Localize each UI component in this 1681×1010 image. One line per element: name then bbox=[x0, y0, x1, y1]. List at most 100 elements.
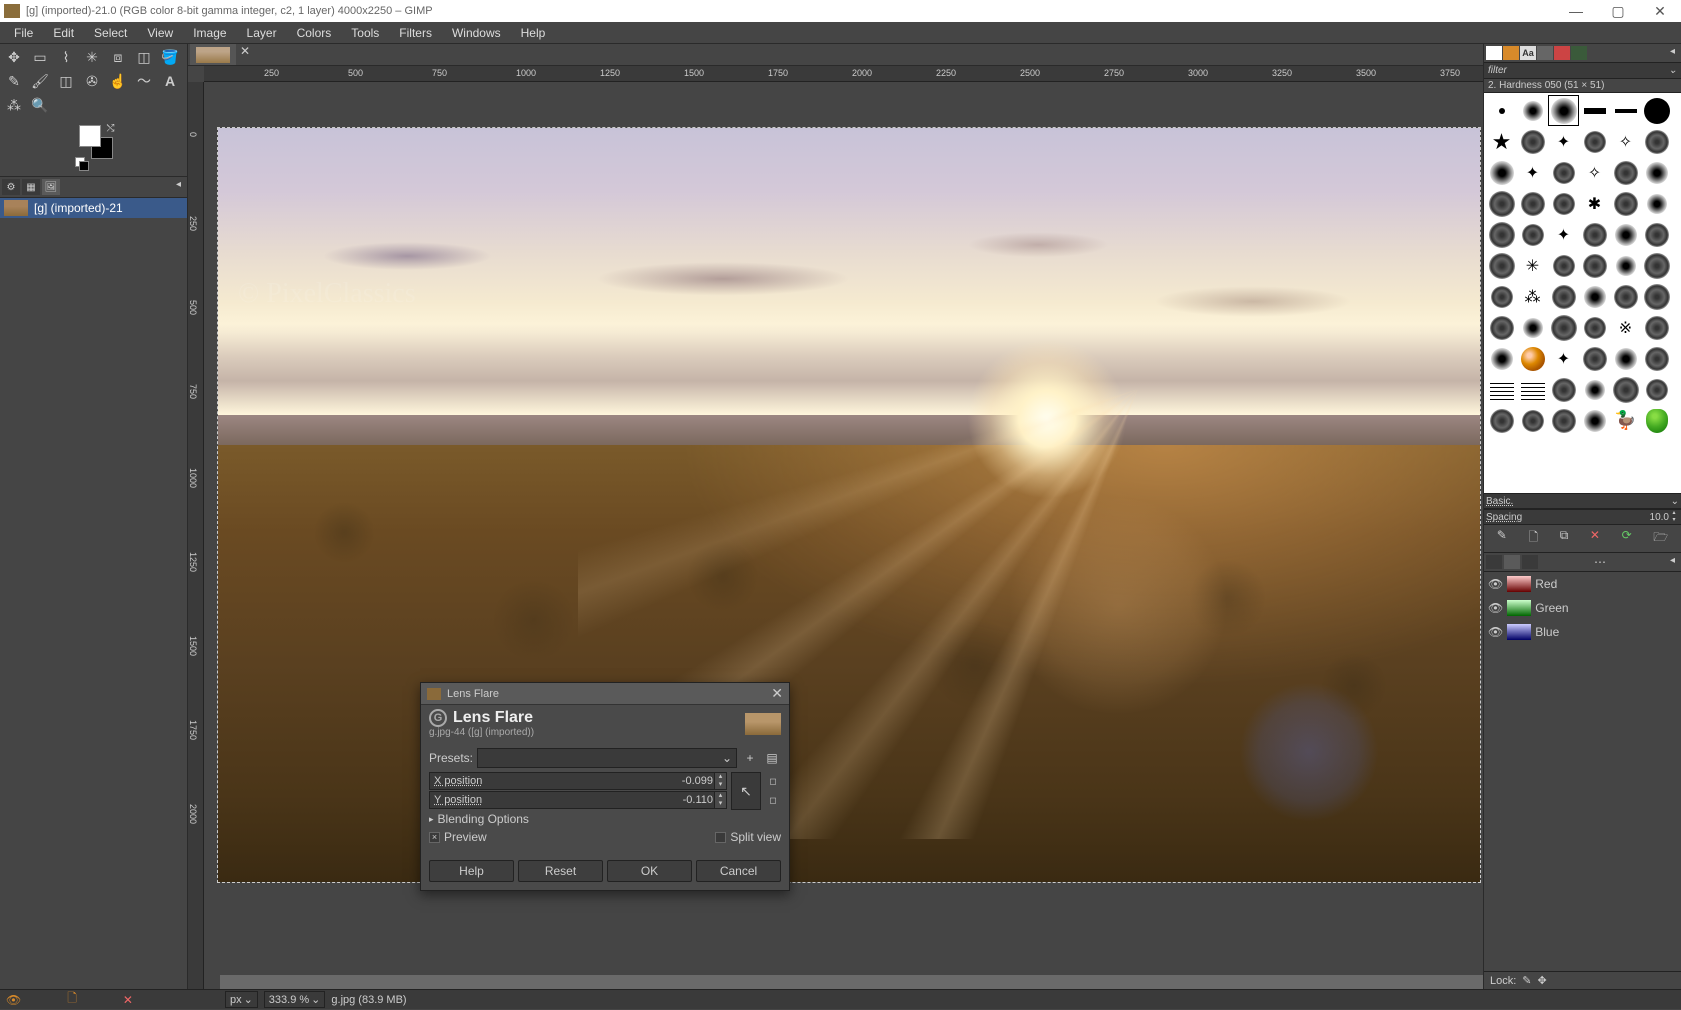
menu-view[interactable]: View bbox=[137, 24, 183, 42]
brush-item[interactable] bbox=[1579, 95, 1610, 126]
lock-pixels-icon[interactable]: ✎ bbox=[1522, 974, 1531, 987]
brush-item[interactable] bbox=[1486, 188, 1517, 219]
brush-item[interactable] bbox=[1641, 343, 1672, 374]
tool-path[interactable]: 〜 bbox=[131, 69, 157, 93]
color-swatches[interactable]: ⤭ bbox=[49, 123, 139, 171]
brush-item[interactable] bbox=[1641, 405, 1672, 436]
scrollbar-horizontal[interactable] bbox=[220, 975, 1483, 989]
brush-item[interactable] bbox=[1517, 95, 1548, 126]
open-brush-button[interactable]: 🗁 bbox=[1653, 528, 1668, 549]
brush-item[interactable] bbox=[1641, 250, 1672, 281]
tool-rect-select[interactable]: ▭ bbox=[27, 45, 53, 69]
tool-wand[interactable]: ✳ bbox=[79, 45, 105, 69]
help-button[interactable]: Help bbox=[429, 860, 514, 882]
status-file-icon[interactable]: 🗋 bbox=[67, 989, 77, 1010]
basic-dropdown[interactable]: Basic. ⌄ bbox=[1484, 493, 1681, 509]
brush-item[interactable] bbox=[1486, 250, 1517, 281]
dialog-close-icon[interactable]: ✕ bbox=[771, 685, 783, 702]
brush-item[interactable]: ✦ bbox=[1548, 343, 1579, 374]
tab-history[interactable] bbox=[1537, 46, 1553, 60]
tool-eraser[interactable]: ◫ bbox=[53, 69, 79, 93]
brush-item[interactable] bbox=[1486, 219, 1517, 250]
visibility-icon[interactable]: 👁 bbox=[1488, 577, 1503, 591]
brush-item[interactable] bbox=[1641, 188, 1672, 219]
brush-item[interactable] bbox=[1641, 281, 1672, 312]
tab-paths[interactable] bbox=[1522, 555, 1538, 569]
brush-item[interactable] bbox=[1548, 374, 1579, 405]
brush-item[interactable] bbox=[1548, 312, 1579, 343]
brush-item[interactable] bbox=[1517, 126, 1548, 157]
x-position-input[interactable]: X position -0.099 ▴▾ bbox=[429, 772, 727, 790]
menu-tools[interactable]: Tools bbox=[341, 24, 389, 42]
image-list-item[interactable]: [g] (imported)-21 bbox=[0, 198, 187, 218]
brush-item[interactable] bbox=[1579, 312, 1610, 343]
tab-fonts[interactable]: Aa bbox=[1520, 46, 1536, 60]
reset-button[interactable]: Reset bbox=[518, 860, 603, 882]
preview-checkbox[interactable]: × Preview bbox=[429, 828, 487, 846]
brush-item[interactable]: ✧ bbox=[1579, 157, 1610, 188]
brush-item[interactable]: ★ bbox=[1486, 126, 1517, 157]
presets-dropdown[interactable]: ⌄ bbox=[477, 748, 737, 768]
brush-item[interactable] bbox=[1579, 250, 1610, 281]
brush-item[interactable] bbox=[1486, 281, 1517, 312]
menu-filters[interactable]: Filters bbox=[389, 24, 442, 42]
brush-item[interactable]: ✳ bbox=[1517, 250, 1548, 281]
brush-item[interactable]: ※ bbox=[1610, 312, 1641, 343]
cancel-button[interactable]: Cancel bbox=[696, 860, 781, 882]
brush-item[interactable] bbox=[1641, 312, 1672, 343]
tab-layers[interactable] bbox=[1486, 555, 1502, 569]
brush-item[interactable] bbox=[1641, 374, 1672, 405]
dialog-titlebar[interactable]: Lens Flare ✕ bbox=[421, 683, 789, 705]
edit-brush-button[interactable]: ✎ bbox=[1497, 528, 1507, 549]
maximize-button[interactable]: ▢ bbox=[1609, 2, 1627, 20]
spin-down-icon[interactable]: ▾ bbox=[714, 781, 726, 789]
spin-up-icon[interactable]: ▴ bbox=[714, 773, 726, 781]
tab-tool-options[interactable]: ⚙ bbox=[2, 179, 20, 195]
brush-item[interactable]: 🦆 bbox=[1610, 405, 1641, 436]
tool-text[interactable]: A bbox=[157, 69, 183, 93]
brush-item[interactable] bbox=[1486, 95, 1517, 126]
menu-colors[interactable]: Colors bbox=[287, 24, 342, 42]
brush-item[interactable]: ✦ bbox=[1548, 126, 1579, 157]
presets-add-button[interactable]: + bbox=[741, 749, 759, 767]
spin-down-icon[interactable]: ▾ bbox=[714, 800, 726, 808]
presets-menu-button[interactable]: ▤ bbox=[763, 749, 781, 767]
xy-link-icons[interactable]: ◻◻ bbox=[765, 772, 781, 810]
brush-filter-input[interactable]: filter ⌄ bbox=[1484, 63, 1681, 79]
foreground-color[interactable] bbox=[79, 125, 101, 147]
brush-item[interactable] bbox=[1641, 95, 1672, 126]
tool-smudge[interactable]: ☝ bbox=[105, 69, 131, 93]
minimize-button[interactable]: — bbox=[1567, 2, 1585, 20]
document-tab-close[interactable]: ✕ bbox=[236, 44, 254, 65]
tool-bucket[interactable]: 🪣 bbox=[157, 45, 183, 69]
brush-item[interactable] bbox=[1548, 95, 1579, 126]
brush-item[interactable] bbox=[1486, 157, 1517, 188]
channel-green[interactable]: 👁 Green bbox=[1484, 596, 1681, 620]
configure-tab-icon[interactable]: ◂ bbox=[1666, 555, 1679, 569]
brush-item[interactable] bbox=[1610, 281, 1641, 312]
brush-item[interactable] bbox=[1486, 343, 1517, 374]
brush-item[interactable] bbox=[1517, 405, 1548, 436]
brush-item[interactable] bbox=[1486, 405, 1517, 436]
ok-button[interactable]: OK bbox=[607, 860, 692, 882]
brush-item[interactable] bbox=[1579, 219, 1610, 250]
tool-brush[interactable]: 🖌 bbox=[27, 69, 53, 93]
ruler-horizontal[interactable]: 250 500 750 1000 1250 1500 1750 2000 225… bbox=[204, 66, 1483, 82]
brush-item[interactable] bbox=[1579, 374, 1610, 405]
brush-item[interactable] bbox=[1517, 374, 1548, 405]
brush-item[interactable] bbox=[1641, 126, 1672, 157]
brush-item[interactable] bbox=[1517, 188, 1548, 219]
channel-red[interactable]: 👁 Red bbox=[1484, 572, 1681, 596]
menu-layer[interactable]: Layer bbox=[237, 24, 287, 42]
tool-zoom[interactable]: 🔍 bbox=[27, 93, 53, 117]
channel-blue[interactable]: 👁 Blue bbox=[1484, 620, 1681, 644]
brush-item[interactable] bbox=[1548, 281, 1579, 312]
tab-channels[interactable] bbox=[1504, 555, 1520, 569]
configure-tab-icon[interactable]: ◂ bbox=[1666, 46, 1679, 60]
close-button[interactable]: ✕ bbox=[1651, 2, 1669, 20]
spin-up-icon[interactable]: ▴ bbox=[714, 792, 726, 800]
swap-colors-icon[interactable]: ⤭ bbox=[107, 123, 115, 134]
brush-item[interactable] bbox=[1548, 188, 1579, 219]
brush-item[interactable] bbox=[1610, 157, 1641, 188]
unit-dropdown[interactable]: px ⌄ bbox=[225, 991, 258, 1008]
